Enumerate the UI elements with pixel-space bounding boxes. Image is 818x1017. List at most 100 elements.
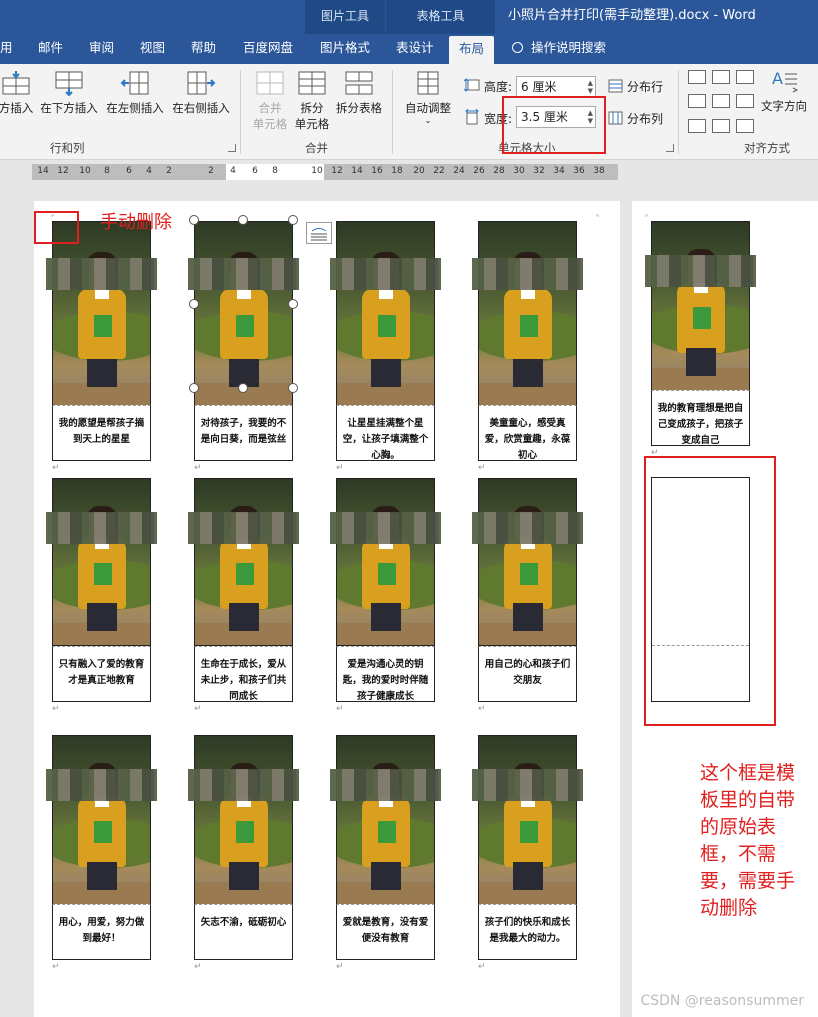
crop-mark-icon bbox=[645, 214, 648, 217]
photo-caption[interactable]: 生命在于成长，爱从未止步，和孩子们共同成长 bbox=[194, 646, 293, 702]
autofit-button[interactable]: 自动调整 ⌄ bbox=[400, 70, 456, 125]
group-label-merge: 合并 bbox=[305, 141, 328, 155]
tab-references-partial[interactable]: 用 bbox=[0, 34, 13, 64]
insert-above-label: 方插入 bbox=[0, 101, 34, 115]
align-top-right-icon[interactable] bbox=[736, 70, 754, 84]
student-photo[interactable] bbox=[336, 478, 435, 646]
photo-caption[interactable]: 让星星挂满整个星空，让孩子填满整个心胸。 bbox=[336, 405, 435, 461]
tab-view[interactable]: 视图 bbox=[140, 34, 165, 64]
student-photo[interactable] bbox=[336, 735, 435, 905]
insert-below-button[interactable]: 在下方插入 bbox=[38, 70, 100, 116]
title-bar: 图片工具 表格工具 小照片合并打印(需手动整理).docx - Word bbox=[0, 0, 818, 34]
align-middle-center-icon[interactable] bbox=[712, 94, 730, 109]
resize-handle[interactable] bbox=[238, 383, 248, 393]
student-photo[interactable] bbox=[194, 478, 293, 646]
photo-caption[interactable]: 只有融入了爱的教育才是真正地教育 bbox=[52, 646, 151, 702]
student-photo[interactable] bbox=[478, 735, 577, 905]
ruler-tick: 8 bbox=[272, 166, 278, 176]
align-top-left-icon[interactable] bbox=[688, 70, 706, 84]
ruler-tick: 22 bbox=[433, 166, 445, 176]
layout-options-button[interactable] bbox=[306, 222, 332, 244]
align-bottom-right-icon[interactable] bbox=[736, 118, 754, 133]
annotation-line: 的原始表 bbox=[700, 816, 777, 838]
align-bottom-center-icon[interactable] bbox=[712, 118, 730, 133]
student-photo[interactable] bbox=[478, 221, 577, 406]
insert-above-icon bbox=[2, 71, 30, 95]
rows-cols-launcher-icon[interactable] bbox=[228, 144, 236, 152]
merge-cells-icon bbox=[256, 71, 284, 95]
student-photo[interactable] bbox=[478, 478, 577, 646]
autofit-dropdown-icon: ⌄ bbox=[424, 116, 432, 125]
tab-baidu-netdisk[interactable]: 百度网盘 bbox=[243, 34, 293, 64]
merge-cells-button[interactable]: 合并 单元格 bbox=[250, 70, 290, 132]
tab-table-design[interactable]: 表设计 bbox=[396, 34, 434, 64]
annotation-line: 板里的自带 bbox=[700, 789, 796, 811]
photo-caption[interactable]: 对待孩子，我要的不是向日葵，而是弦丝 bbox=[194, 405, 293, 461]
tab-layout[interactable]: 布局 bbox=[449, 36, 495, 64]
height-spinner[interactable]: 6 厘米 ▲ ▼ bbox=[516, 76, 596, 98]
photo-caption[interactable]: 用自己的心和孩子们交朋友 bbox=[478, 646, 577, 702]
photo-caption[interactable]: 爱是沟通心灵的钥匙，我的爱时时伴随孩子健康成长 bbox=[336, 646, 435, 702]
student-photo[interactable] bbox=[52, 478, 151, 646]
spinner-arrows-icon[interactable]: ▲ ▼ bbox=[588, 79, 593, 95]
resize-handle[interactable] bbox=[288, 383, 298, 393]
tab-picture-format[interactable]: 图片格式 bbox=[320, 34, 370, 64]
autofit-label: 自动调整 bbox=[405, 101, 451, 115]
photo-caption[interactable]: 爱就是教育，没有爱便没有教育 bbox=[336, 904, 435, 960]
photo-caption[interactable]: 孩子们的快乐和成长是我最大的动力。 bbox=[478, 904, 577, 960]
align-middle-right-icon[interactable] bbox=[736, 94, 754, 109]
tell-me-label: 操作说明搜索 bbox=[531, 40, 607, 55]
align-middle-left-icon[interactable] bbox=[688, 94, 706, 109]
text-direction-button[interactable]: A 文字方向 bbox=[756, 68, 812, 114]
split-cells-button[interactable]: 拆分 单元格 bbox=[292, 70, 332, 132]
tab-review[interactable]: 审阅 bbox=[89, 34, 114, 64]
manual-delete-box bbox=[34, 211, 79, 244]
resize-handle[interactable] bbox=[288, 215, 298, 225]
cell-size-launcher-icon[interactable] bbox=[666, 144, 674, 152]
distribute-rows-button[interactable]: 分布行 bbox=[608, 78, 663, 95]
ruler-tick: 12 bbox=[57, 166, 69, 176]
tab-mailings[interactable]: 邮件 bbox=[38, 34, 63, 64]
align-top-center-icon[interactable] bbox=[712, 70, 730, 84]
privacy-mosaic bbox=[46, 258, 157, 290]
resize-handle[interactable] bbox=[189, 299, 199, 309]
student-photo[interactable] bbox=[52, 221, 151, 406]
student-photo[interactable] bbox=[52, 735, 151, 905]
privacy-mosaic bbox=[188, 258, 299, 290]
resize-handle[interactable] bbox=[189, 215, 199, 225]
resize-handle[interactable] bbox=[238, 215, 248, 225]
student-photo[interactable] bbox=[194, 221, 293, 406]
insert-above-button[interactable]: 方插入 bbox=[0, 70, 34, 116]
tab-help[interactable]: 帮助 bbox=[191, 34, 216, 64]
ribbon-tab-row: 用 邮件 审阅 视图 帮助 百度网盘 图片格式 表设计 布局 操作说明搜索 bbox=[0, 34, 818, 64]
student-photo[interactable] bbox=[194, 735, 293, 905]
column-width-icon bbox=[465, 109, 479, 125]
distribute-columns-button[interactable]: 分布列 bbox=[608, 110, 663, 127]
photo-caption[interactable]: 用心，用爱，努力做到最好！ bbox=[52, 904, 151, 960]
privacy-mosaic bbox=[188, 769, 299, 801]
ruler-tick: 2 bbox=[208, 166, 214, 176]
insert-left-button[interactable]: 在左侧插入 bbox=[104, 70, 166, 116]
group-separator bbox=[240, 70, 241, 154]
ruler-tick: 2 bbox=[166, 166, 172, 176]
student-photo[interactable] bbox=[651, 221, 750, 391]
split-table-button[interactable]: 拆分表格 bbox=[334, 70, 384, 116]
align-bottom-left-icon[interactable] bbox=[688, 118, 706, 133]
horizontal-ruler[interactable]: 14 12 10 8 6 4 2 2 4 6 8 10 12 14 16 18 … bbox=[32, 164, 618, 180]
resize-handle[interactable] bbox=[189, 383, 199, 393]
tell-me-search[interactable]: 操作说明搜索 bbox=[512, 34, 606, 64]
photo-caption[interactable]: 矢志不渝，砥砺初心 bbox=[194, 904, 293, 960]
table-tools-context: 表格工具 bbox=[385, 0, 495, 34]
resize-handle[interactable] bbox=[288, 299, 298, 309]
paragraph-mark-icon: ↵ bbox=[478, 704, 486, 714]
annotation-line: 框，不需 bbox=[700, 843, 777, 865]
student-photo[interactable] bbox=[336, 221, 435, 406]
empty-template-table[interactable] bbox=[651, 477, 750, 702]
photo-caption[interactable]: 我的愿望是帮孩子摘到天上的星星 bbox=[52, 405, 151, 461]
photo-caption[interactable]: 我的教育理想是把自己变成孩子，把孩子变成自己 bbox=[651, 390, 750, 446]
split-cells-icon bbox=[298, 71, 326, 95]
alignment-grid bbox=[688, 70, 754, 136]
insert-right-button[interactable]: 在右侧插入 bbox=[170, 70, 232, 116]
ruler-tick: 6 bbox=[126, 166, 132, 176]
photo-caption[interactable]: 美童童心，感受真爱，欣赏童趣，永葆初心 bbox=[478, 405, 577, 461]
